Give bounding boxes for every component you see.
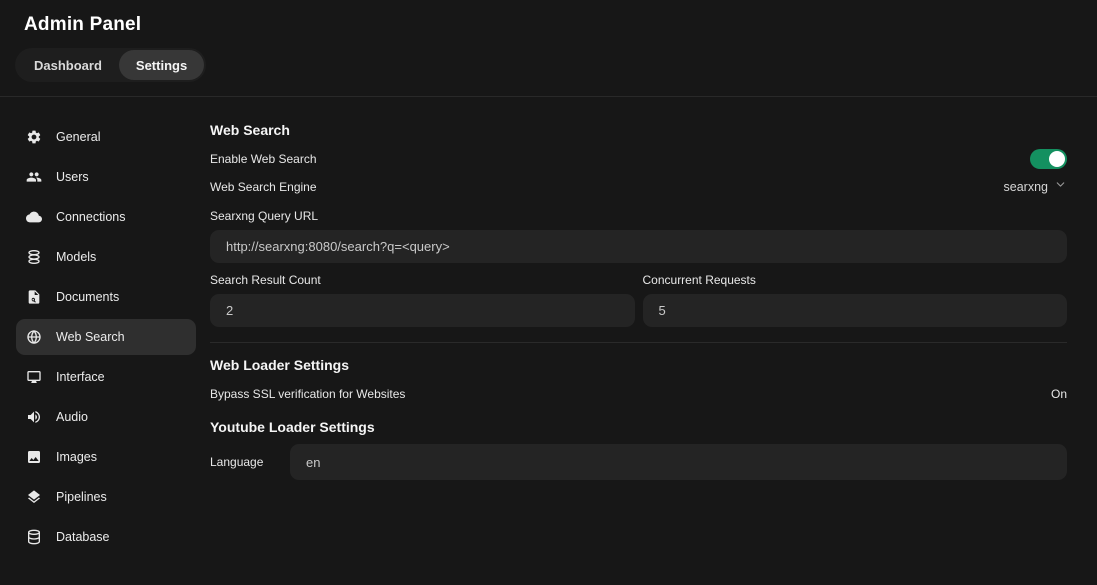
sidebar-item-general[interactable]: General [16,119,196,155]
settings-sidebar: General Users Connections Models [0,97,210,585]
sidebar-item-models[interactable]: Models [16,239,196,275]
circle-stack-icon [26,249,42,265]
bypass-ssl-row: Bypass SSL verification for Websites On [210,385,1067,402]
search-result-count-input[interactable] [210,294,635,327]
sidebar-item-label: Database [56,530,110,544]
users-icon [26,169,42,185]
tab-dashboard[interactable]: Dashboard [17,50,119,80]
page-header: Admin Panel Dashboard Settings [0,0,1097,97]
globe-icon [26,329,42,345]
sidebar-item-label: Pipelines [56,490,107,504]
sidebar-item-users[interactable]: Users [16,159,196,195]
sidebar-item-label: Documents [56,290,119,304]
search-result-count-label: Search Result Count [210,273,635,287]
admin-panel-page: Admin Panel Dashboard Settings General U… [0,0,1097,585]
sidebar-item-audio[interactable]: Audio [16,399,196,435]
concurrent-requests-input[interactable] [643,294,1068,327]
web-search-engine-value: searxng [1004,180,1048,194]
sidebar-item-images[interactable]: Images [16,439,196,475]
searxng-query-url-input[interactable] [210,230,1067,263]
bypass-ssl-label: Bypass SSL verification for Websites [210,387,405,401]
sidebar-item-database[interactable]: Database [16,519,196,555]
header-tabs: Dashboard Settings [15,48,206,82]
enable-web-search-toggle[interactable] [1030,149,1067,169]
database-icon [26,529,42,545]
searxng-query-url-label: Searxng Query URL [210,209,1067,223]
youtube-language-row: Language [210,444,1067,480]
speaker-icon [26,409,42,425]
sidebar-item-label: Audio [56,410,88,424]
language-label: Language [210,455,290,469]
web-search-engine-select[interactable]: searxng [1004,178,1067,196]
web-search-section-title: Web Search [210,122,1067,138]
enable-web-search-row: Enable Web Search [210,149,1067,169]
gear-icon [26,129,42,145]
sidebar-item-connections[interactable]: Connections [16,199,196,235]
bypass-ssl-toggle-button[interactable]: On [1051,387,1067,401]
web-search-settings-panel: Web Search Enable Web Search Web Search … [210,97,1097,585]
sidebar-item-documents[interactable]: Documents [16,279,196,315]
monitor-icon [26,369,42,385]
page-title: Admin Panel [24,13,1073,37]
sidebar-item-label: Connections [56,210,126,224]
sidebar-item-pipelines[interactable]: Pipelines [16,479,196,515]
image-icon [26,449,42,465]
sidebar-item-label: General [56,130,100,144]
web-search-engine-label: Web Search Engine [210,180,317,194]
sidebar-item-interface[interactable]: Interface [16,359,196,395]
cloud-icon [26,209,42,225]
layers-icon [26,489,42,505]
toggle-knob [1049,151,1065,167]
chevron-down-icon [1054,178,1067,196]
sidebar-item-label: Images [56,450,97,464]
tab-settings[interactable]: Settings [119,50,204,80]
language-input[interactable] [290,444,1067,480]
enable-web-search-label: Enable Web Search [210,152,317,166]
sidebar-item-label: Web Search [56,330,125,344]
document-icon [26,289,42,305]
sidebar-item-label: Interface [56,370,105,384]
sidebar-item-label: Models [56,250,96,264]
search-options-grid: Search Result Count Concurrent Requests [210,273,1067,327]
sidebar-item-web-search[interactable]: Web Search [16,319,196,355]
concurrent-requests-label: Concurrent Requests [643,273,1068,287]
sidebar-item-label: Users [56,170,89,184]
youtube-loader-section-title: Youtube Loader Settings [210,419,1067,435]
section-divider [210,342,1067,343]
web-loader-section-title: Web Loader Settings [210,357,1067,373]
web-search-engine-row: Web Search Engine searxng [210,177,1067,197]
